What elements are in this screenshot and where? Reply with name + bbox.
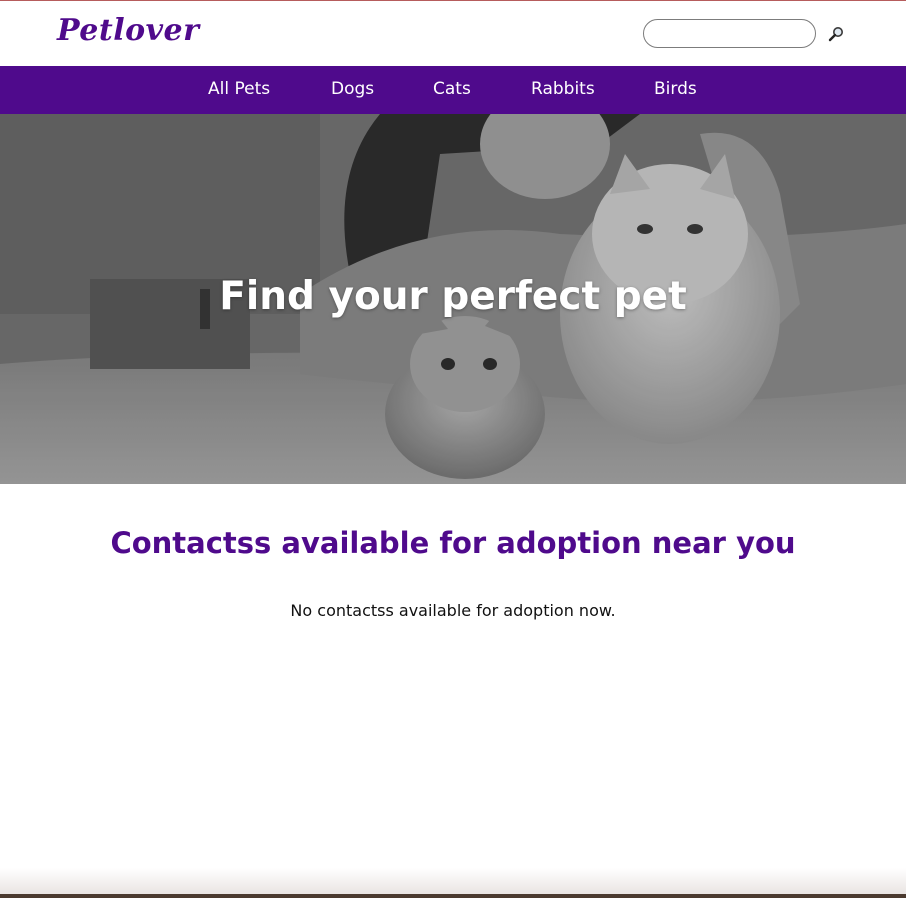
nav-item-cats[interactable]: Cats [433,79,471,99]
window-bottom-edge [0,894,906,898]
nav-item-birds[interactable]: Birds [654,79,697,99]
site-logo[interactable]: Petlover [57,13,199,48]
site-header: Petlover [0,1,906,66]
empty-state-message: No contactss available for adoption now. [290,601,616,620]
nav-item-dogs[interactable]: Dogs [331,79,374,99]
search-button[interactable] [826,25,846,45]
hero-banner: Find your perfect pet [0,114,906,484]
main-nav: All Pets Dogs Cats Rabbits Birds [0,66,906,114]
hero-title: Find your perfect pet [219,274,687,319]
magnifier-icon [828,27,843,42]
nav-item-rabbits[interactable]: Rabbits [531,79,595,99]
nav-item-all-pets[interactable]: All Pets [208,79,270,99]
search-input[interactable] [643,19,816,48]
section-heading: Contactss available for adoption near yo… [110,526,796,560]
